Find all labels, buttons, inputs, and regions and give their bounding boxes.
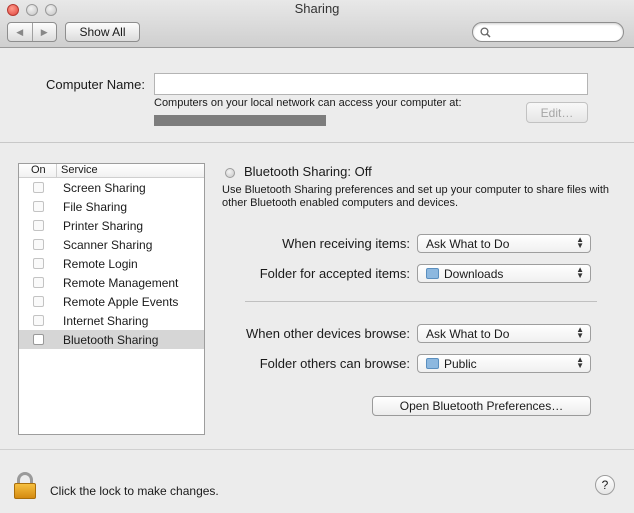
accepted-folder-label: Folder for accepted items:: [259, 266, 410, 281]
browse-folder-popup[interactable]: Public ▲ ▼: [417, 354, 591, 373]
service-checkbox[interactable]: [33, 220, 44, 231]
service-row-remote-management[interactable]: Remote Management: [19, 273, 204, 292]
service-label: Remote Apple Events: [63, 294, 179, 309]
popup-value: Public: [444, 356, 477, 371]
service-label: Screen Sharing: [63, 180, 146, 195]
back-icon[interactable]: ◀: [8, 23, 32, 41]
service-label: Scanner Sharing: [63, 237, 153, 252]
computer-name-field[interactable]: [154, 73, 588, 95]
divider: [245, 301, 597, 302]
browse-folder-label: Folder others can browse:: [259, 356, 410, 371]
service-label: Printer Sharing: [63, 218, 144, 233]
back-forward-control: ◀ ▶: [7, 22, 57, 42]
service-status: Bluetooth Sharing: Off: [244, 164, 372, 179]
lock-body: [14, 483, 36, 499]
popup-arrows-icon: ▲ ▼: [576, 265, 584, 280]
service-row-bluetooth-sharing[interactable]: Bluetooth Sharing: [19, 330, 204, 349]
computer-name-label: Computer Name:: [46, 77, 145, 92]
window-title: Sharing: [294, 1, 340, 16]
header-service[interactable]: Service: [57, 164, 98, 177]
service-row-scanner-sharing[interactable]: Scanner Sharing: [19, 235, 204, 254]
service-checkbox[interactable]: [33, 258, 44, 269]
browse-popup[interactable]: Ask What to Do ▲ ▼: [417, 324, 591, 343]
network-address-note: Computers on your local network can acce…: [154, 97, 462, 109]
help-button[interactable]: ?: [595, 475, 615, 495]
service-list: On Service Screen Sharing File Sharing P…: [18, 163, 205, 435]
service-row-file-sharing[interactable]: File Sharing: [19, 197, 204, 216]
forward-icon[interactable]: ▶: [31, 23, 57, 41]
service-label: File Sharing: [63, 199, 128, 214]
popup-arrows-icon: ▲ ▼: [576, 235, 584, 250]
service-checkbox[interactable]: [33, 334, 44, 345]
header-on[interactable]: On: [19, 164, 57, 177]
accepted-folder-popup[interactable]: Downloads ▲ ▼: [417, 264, 591, 283]
service-label: Internet Sharing: [63, 313, 149, 328]
status-indicator-icon: [225, 168, 235, 178]
window-titlebar: Sharing ◀ ▶ Show All: [0, 0, 634, 48]
service-checkbox[interactable]: [33, 277, 44, 288]
service-label: Bluetooth Sharing: [63, 332, 159, 347]
folder-icon: [426, 268, 439, 279]
popup-value: Ask What to Do: [426, 236, 510, 251]
service-row-printer-sharing[interactable]: Printer Sharing: [19, 216, 204, 235]
popup-arrows-icon: ▲ ▼: [576, 355, 584, 370]
service-checkbox[interactable]: [33, 315, 44, 326]
service-checkbox[interactable]: [33, 201, 44, 212]
service-label: Remote Management: [63, 275, 179, 290]
show-all-button[interactable]: Show All: [65, 22, 140, 42]
service-row-remote-apple-events[interactable]: Remote Apple Events: [19, 292, 204, 311]
service-checkbox[interactable]: [33, 296, 44, 307]
receiving-items-label: When receiving items:: [282, 236, 410, 251]
service-checkbox[interactable]: [33, 239, 44, 250]
service-row-internet-sharing[interactable]: Internet Sharing: [19, 311, 204, 330]
browse-label: When other devices browse:: [245, 326, 410, 341]
computer-name-section: Computer Name: Computers on your local n…: [0, 49, 634, 143]
open-bluetooth-preferences-button[interactable]: Open Bluetooth Preferences…: [372, 396, 591, 416]
service-label: Remote Login: [63, 256, 138, 271]
folder-icon: [426, 358, 439, 369]
popup-arrows-icon: ▲ ▼: [576, 325, 584, 340]
lock-message: Click the lock to make changes.: [50, 484, 219, 498]
search-field[interactable]: [472, 22, 624, 42]
edit-button[interactable]: Edit…: [526, 102, 588, 123]
service-description: Use Bluetooth Sharing preferences and se…: [222, 184, 610, 209]
popup-value: Downloads: [444, 266, 504, 281]
popup-value: Ask What to Do: [426, 326, 510, 341]
service-row-screen-sharing[interactable]: Screen Sharing: [19, 178, 204, 197]
receiving-items-popup[interactable]: Ask What to Do ▲ ▼: [417, 234, 591, 253]
service-checkbox[interactable]: [33, 182, 44, 193]
lock-icon[interactable]: [14, 472, 36, 499]
network-address-redacted: [154, 115, 326, 126]
service-row-remote-login[interactable]: Remote Login: [19, 254, 204, 273]
service-list-header: On Service: [19, 164, 204, 178]
footer-divider: [0, 449, 634, 450]
search-icon: [480, 27, 491, 38]
